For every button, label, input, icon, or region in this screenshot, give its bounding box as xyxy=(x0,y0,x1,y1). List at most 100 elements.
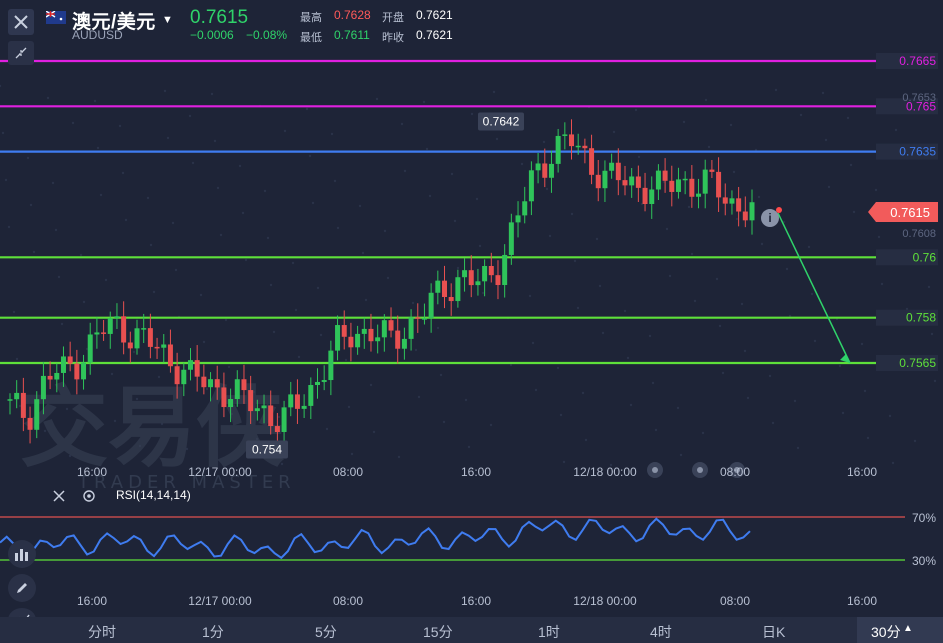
tf-tick[interactable]: 分时 xyxy=(88,622,116,642)
bg-dot xyxy=(852,210,856,214)
candle-body xyxy=(361,328,367,334)
candle-body xyxy=(749,202,755,221)
bar-chart-icon xyxy=(15,549,28,561)
bg-dot xyxy=(595,237,599,241)
bg-dot xyxy=(213,139,217,143)
event-marker-dot xyxy=(697,467,703,473)
bg-dot xyxy=(880,282,884,286)
candle-body xyxy=(696,193,702,197)
bg-dot xyxy=(637,155,641,159)
candle-body xyxy=(629,176,635,186)
draw-tool-button[interactable] xyxy=(8,574,36,602)
bg-dot xyxy=(679,453,683,457)
bg-dot xyxy=(403,169,407,173)
bg-dot xyxy=(913,439,917,443)
stat-high-value: 0.7628 xyxy=(334,8,371,22)
candle-body xyxy=(94,332,100,335)
bg-dot xyxy=(4,178,8,182)
bg-dot xyxy=(810,292,814,296)
bg-dot xyxy=(634,108,638,112)
candle-body xyxy=(615,162,621,181)
candle-body xyxy=(675,179,681,192)
bg-dot xyxy=(425,147,429,151)
candle-body xyxy=(655,170,661,190)
bg-dot xyxy=(244,258,248,262)
candle-body xyxy=(689,178,695,197)
rsi-close-icon[interactable] xyxy=(52,489,66,503)
tf-30m-active[interactable]: 30分 ▲ xyxy=(857,617,943,643)
rsi-70-label: 70% xyxy=(912,511,936,525)
indicator-tool-button[interactable] xyxy=(8,540,36,568)
bg-dot xyxy=(358,204,362,208)
bg-dot xyxy=(874,188,878,192)
bg-dot xyxy=(793,399,797,403)
candle-body xyxy=(421,318,427,320)
tf-5m[interactable]: 5分 xyxy=(315,622,337,642)
tf-day[interactable]: 日K xyxy=(762,622,785,642)
tf-15m[interactable]: 15分 xyxy=(423,622,453,642)
candle-body xyxy=(495,275,501,286)
bg-dot xyxy=(785,267,789,271)
candle-body xyxy=(281,407,287,433)
stat-high-label: 最高 xyxy=(300,12,322,24)
bg-dot xyxy=(411,301,415,305)
candle-body xyxy=(87,334,93,363)
bg-dot xyxy=(422,100,426,104)
candle-body xyxy=(187,360,193,370)
rsi-x-tick-label: 16:00 xyxy=(77,594,107,608)
candle-body xyxy=(301,405,307,409)
candle-body xyxy=(241,379,247,391)
price-chart[interactable]: 交易侠 TRADER MASTER 0.76650.7650.76350.760… xyxy=(0,46,943,617)
candle-body xyxy=(47,375,53,380)
candle-body xyxy=(294,394,300,409)
bg-dot xyxy=(877,235,881,239)
tf-1m[interactable]: 1分 xyxy=(202,622,224,642)
bg-dot xyxy=(453,219,457,223)
close-button[interactable] xyxy=(8,9,34,35)
symbol-dropdown-icon[interactable]: ▼ xyxy=(162,14,173,26)
bg-dot xyxy=(612,130,616,134)
candle-body xyxy=(415,317,421,319)
bg-dot xyxy=(124,218,128,222)
bg-dot xyxy=(682,120,686,124)
bg-dot xyxy=(827,185,831,189)
bg-dot xyxy=(481,291,485,295)
candle-body xyxy=(709,169,715,172)
candle-body xyxy=(314,381,320,386)
bg-dot xyxy=(690,252,694,256)
bg-dot xyxy=(305,107,309,111)
bg-dot xyxy=(548,234,552,238)
bg-dot xyxy=(495,137,499,141)
bg-dot xyxy=(687,205,691,209)
y-tick-label: 0.7653 xyxy=(902,92,936,104)
bg-dot xyxy=(297,355,301,359)
stat-open-value: 0.7621 xyxy=(416,8,453,22)
candle-body xyxy=(649,189,655,204)
tf-1h[interactable]: 1时 xyxy=(538,622,560,642)
candle-body xyxy=(508,222,514,255)
rsi-settings-icon[interactable] xyxy=(82,489,96,503)
bg-dot xyxy=(163,89,167,93)
candle-body xyxy=(381,320,387,338)
tf-4h[interactable]: 4时 xyxy=(650,622,672,642)
bg-dot xyxy=(364,298,368,302)
bg-dot xyxy=(166,136,170,140)
y-tick-label: 0.7608 xyxy=(902,228,936,240)
candle-body xyxy=(702,169,708,194)
bg-dot xyxy=(210,92,214,96)
bg-dot xyxy=(383,229,387,233)
horizontal-levels[interactable]: 0.76650.7650.76350.760.7580.75650.76530.… xyxy=(0,53,938,371)
bg-dot xyxy=(294,308,298,312)
bg-dot xyxy=(821,91,825,95)
candle-body xyxy=(515,215,521,223)
rsi-x-tick-label: 16:00 xyxy=(847,594,877,608)
bg-dot xyxy=(891,461,895,465)
bg-dot xyxy=(372,430,376,434)
bg-dot xyxy=(291,261,295,265)
candle-body xyxy=(575,145,581,148)
bg-dot xyxy=(464,398,468,402)
candle-body xyxy=(401,338,407,349)
bg-dot xyxy=(174,268,178,272)
candle-body xyxy=(455,277,461,302)
collapse-button[interactable] xyxy=(8,41,34,65)
